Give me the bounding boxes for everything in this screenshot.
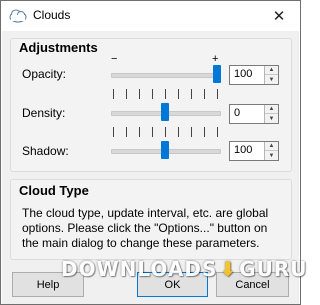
opacity-spinbox[interactable]: 100 ▲ ▼ xyxy=(229,65,279,85)
adjustments-title: Adjustments xyxy=(19,40,98,55)
close-icon: ✕ xyxy=(272,7,286,25)
density-ticks xyxy=(113,127,219,137)
spin-down-icon[interactable]: ▼ xyxy=(265,151,278,160)
density-spin-arrows[interactable]: ▲ ▼ xyxy=(264,105,278,123)
opacity-slider-thumb[interactable] xyxy=(213,65,221,83)
density-slider-thumb[interactable] xyxy=(161,103,169,121)
window-title: Clouds xyxy=(33,8,71,22)
clouds-dialog: Clouds ✕ Adjustments − + Opacity: 100 ▲ … xyxy=(0,0,306,305)
cloud-type-title: Cloud Type xyxy=(19,183,89,198)
spin-down-icon[interactable]: ▼ xyxy=(265,75,278,84)
downloads-guru-watermark: DOWNLOADS ⬇ GURU xyxy=(61,257,306,287)
title-bar: Clouds ✕ xyxy=(1,1,300,30)
spin-up-icon[interactable]: ▲ xyxy=(265,142,278,151)
shadow-value[interactable]: 100 xyxy=(234,144,252,156)
shadow-slider-thumb[interactable] xyxy=(161,141,169,159)
opacity-slider[interactable] xyxy=(111,63,221,83)
opacity-slider-track xyxy=(111,73,221,78)
density-label: Density: xyxy=(22,106,66,120)
density-slider[interactable] xyxy=(111,101,221,121)
cloud-app-icon xyxy=(9,9,27,23)
opacity-spin-arrows[interactable]: ▲ ▼ xyxy=(264,66,278,84)
spin-down-icon[interactable]: ▼ xyxy=(265,114,278,123)
shadow-slider[interactable] xyxy=(111,139,221,159)
shadow-label: Shadow: xyxy=(22,144,69,158)
spin-up-icon[interactable]: ▲ xyxy=(265,66,278,75)
shadow-spin-arrows[interactable]: ▲ ▼ xyxy=(264,142,278,160)
watermark-left-text: DOWNLOADS xyxy=(61,257,218,281)
spin-up-icon[interactable]: ▲ xyxy=(265,105,278,114)
opacity-label: Opacity: xyxy=(22,67,67,81)
opacity-value[interactable]: 100 xyxy=(234,68,252,80)
watermark-right-text: GURU xyxy=(239,257,308,281)
cloud-type-description: The cloud type, update interval, etc. ar… xyxy=(22,206,269,250)
density-value[interactable]: 0 xyxy=(234,107,240,119)
density-spinbox[interactable]: 0 ▲ ▼ xyxy=(229,104,279,124)
close-button[interactable]: ✕ xyxy=(258,1,300,30)
shadow-spinbox[interactable]: 100 ▲ ▼ xyxy=(229,141,279,161)
download-arrow-icon: ⬇ xyxy=(219,257,238,281)
opacity-ticks xyxy=(113,89,219,99)
